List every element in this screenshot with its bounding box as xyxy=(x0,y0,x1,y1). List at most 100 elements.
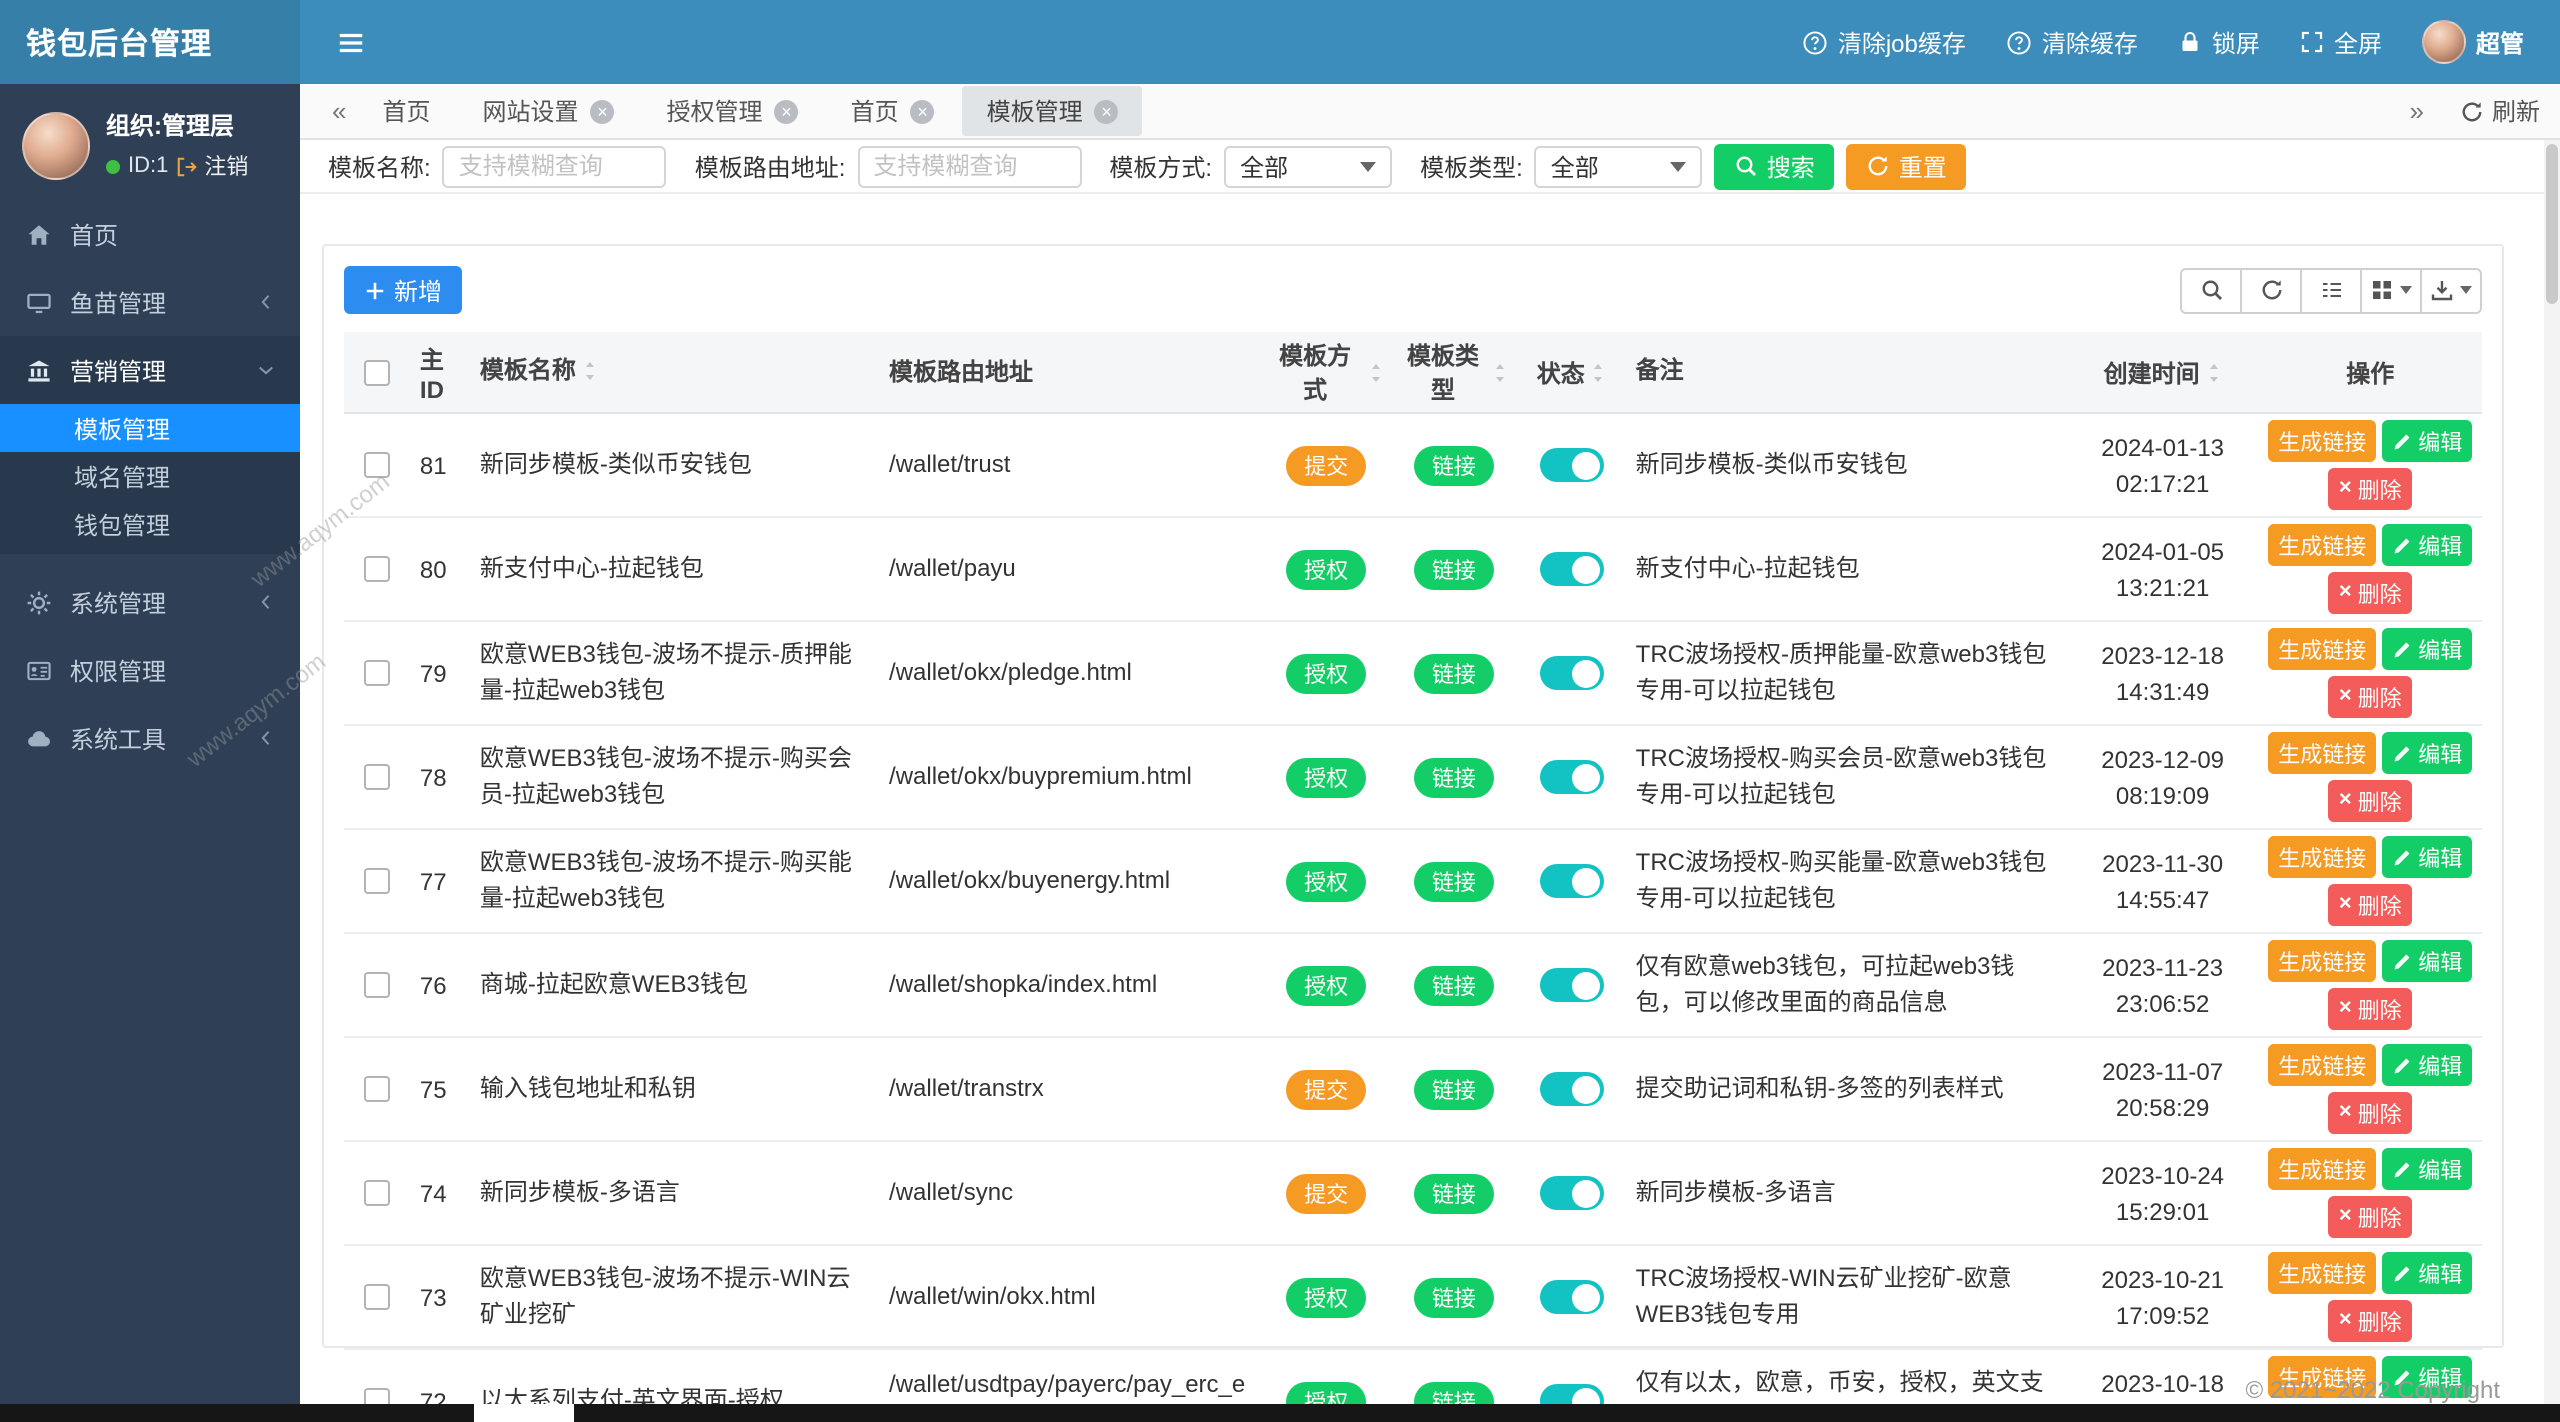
scrollbar-thumb[interactable] xyxy=(2546,144,2558,304)
generate-link-button[interactable]: 生成链接 xyxy=(2268,628,2377,670)
delete-button[interactable]: × 删除 xyxy=(2328,1092,2412,1134)
sort-icon[interactable] xyxy=(1591,361,1607,383)
generate-link-button[interactable]: 生成链接 xyxy=(2268,420,2377,462)
tab-3[interactable]: 首页 × xyxy=(827,86,959,136)
edit-button[interactable]: 编辑 xyxy=(2382,836,2473,878)
sort-icon[interactable] xyxy=(1492,361,1508,383)
status-toggle[interactable] xyxy=(1539,448,1604,482)
sidebar-subitem-domain[interactable]: 域名管理 xyxy=(0,452,300,500)
close-icon[interactable]: × xyxy=(774,99,799,123)
logout-link[interactable]: 注销 xyxy=(176,150,248,182)
tabs-scroll-right-icon[interactable]: » xyxy=(2398,96,2436,126)
table-search-button[interactable] xyxy=(2180,267,2242,313)
sidebar-subitem-template[interactable]: 模板管理 xyxy=(0,404,300,452)
add-button[interactable]: 新增 xyxy=(344,266,463,314)
sort-icon[interactable] xyxy=(2206,361,2222,383)
status-toggle[interactable] xyxy=(1539,1072,1604,1106)
clear-cache-button[interactable]: 清除缓存 xyxy=(2006,25,2138,59)
tab-0[interactable]: 首页 xyxy=(358,86,454,136)
user-avatar[interactable] xyxy=(22,111,90,179)
status-toggle[interactable] xyxy=(1539,1280,1604,1314)
column-header-6[interactable]: 状态 xyxy=(1516,349,1628,395)
delete-button[interactable]: × 删除 xyxy=(2328,780,2412,822)
status-toggle[interactable] xyxy=(1539,968,1604,1002)
template-route-input[interactable] xyxy=(857,145,1082,187)
user-menu[interactable]: 超管 xyxy=(2421,20,2524,64)
row-checkbox[interactable] xyxy=(364,452,391,478)
delete-button[interactable]: × 删除 xyxy=(2328,1300,2412,1342)
template-method-select[interactable]: 全部 xyxy=(1224,145,1393,187)
detail-view-button[interactable] xyxy=(2300,267,2362,313)
row-checkbox[interactable] xyxy=(364,556,391,582)
template-type-select[interactable]: 全部 xyxy=(1534,145,1703,187)
sidebar-item-home[interactable]: 首页 xyxy=(0,200,300,268)
column-header-2[interactable]: 模板名称 xyxy=(472,349,881,396)
row-checkbox[interactable] xyxy=(364,660,391,686)
sidebar-item-fish[interactable]: 鱼苗管理 xyxy=(0,268,300,336)
status-toggle[interactable] xyxy=(1539,1384,1604,1404)
delete-button[interactable]: × 删除 xyxy=(2328,572,2412,614)
row-checkbox[interactable] xyxy=(364,764,391,790)
refresh-tab-button[interactable]: 刷新 xyxy=(2460,94,2540,128)
row-checkbox[interactable] xyxy=(364,1180,391,1206)
close-icon[interactable]: × xyxy=(590,99,615,123)
tabs-scroll-left-icon[interactable]: « xyxy=(320,96,358,126)
sidebar-item-marketing[interactable]: 营销管理 xyxy=(0,336,300,404)
table-refresh-button[interactable] xyxy=(2240,267,2302,313)
edit-button[interactable]: 编辑 xyxy=(2382,732,2473,774)
status-toggle[interactable] xyxy=(1539,1176,1604,1210)
status-toggle[interactable] xyxy=(1539,864,1604,898)
generate-link-button[interactable]: 生成链接 xyxy=(2268,1148,2377,1190)
lock-screen-button[interactable]: 锁屏 xyxy=(2178,25,2260,59)
columns-button[interactable] xyxy=(2360,267,2422,313)
tab-4[interactable]: 模板管理 × xyxy=(962,86,1143,136)
scrollbar[interactable] xyxy=(2544,140,2560,1404)
generate-link-button[interactable]: 生成链接 xyxy=(2268,1044,2377,1086)
template-name-input[interactable] xyxy=(442,145,667,187)
sidebar-subitem-wallet[interactable]: 钱包管理 xyxy=(0,500,300,548)
generate-link-button[interactable]: 生成链接 xyxy=(2268,524,2377,566)
column-header-4[interactable]: 模板方式 xyxy=(1260,332,1392,412)
reset-button[interactable]: 重置 xyxy=(1846,143,1967,189)
sidebar-toggle-button[interactable] xyxy=(336,27,366,57)
edit-button[interactable]: 编辑 xyxy=(2382,1148,2473,1190)
clear-job-cache-button[interactable]: 清除job缓存 xyxy=(1802,25,1966,59)
status-toggle[interactable] xyxy=(1539,760,1604,794)
sidebar-item-system[interactable]: 系统管理 xyxy=(0,568,300,636)
row-checkbox[interactable] xyxy=(364,1388,391,1404)
search-button[interactable]: 搜索 xyxy=(1714,143,1835,189)
row-checkbox[interactable] xyxy=(364,868,391,894)
select-all-checkbox[interactable] xyxy=(364,359,391,385)
fullscreen-button[interactable]: 全屏 xyxy=(2300,25,2382,59)
delete-button[interactable]: × 删除 xyxy=(2328,676,2412,718)
edit-button[interactable]: 编辑 xyxy=(2382,524,2473,566)
row-checkbox[interactable] xyxy=(364,1076,391,1102)
generate-link-button[interactable]: 生成链接 xyxy=(2268,940,2377,982)
edit-button[interactable]: 编辑 xyxy=(2382,628,2473,670)
edit-button[interactable]: 编辑 xyxy=(2382,1044,2473,1086)
status-toggle[interactable] xyxy=(1539,656,1604,690)
generate-link-button[interactable]: 生成链接 xyxy=(2268,732,2377,774)
sort-icon[interactable] xyxy=(1368,361,1384,383)
delete-button[interactable]: × 删除 xyxy=(2328,468,2412,510)
sidebar-item-permission[interactable]: 权限管理 xyxy=(0,636,300,704)
edit-button[interactable]: 编辑 xyxy=(2382,420,2473,462)
status-toggle[interactable] xyxy=(1539,552,1604,586)
generate-link-button[interactable]: 生成链接 xyxy=(2268,836,2377,878)
edit-button[interactable]: 编辑 xyxy=(2382,940,2473,982)
export-button[interactable] xyxy=(2420,267,2482,313)
close-icon[interactable]: × xyxy=(910,99,935,123)
edit-button[interactable]: 编辑 xyxy=(2382,1252,2473,1294)
tab-2[interactable]: 授权管理 × xyxy=(643,86,823,136)
tab-1[interactable]: 网站设置 × xyxy=(459,86,639,136)
sidebar-item-tools[interactable]: 系统工具 xyxy=(0,704,300,772)
column-header-5[interactable]: 模板类型 xyxy=(1392,332,1516,412)
delete-button[interactable]: × 删除 xyxy=(2328,988,2412,1030)
sort-icon[interactable] xyxy=(582,361,598,383)
row-checkbox[interactable] xyxy=(364,1284,391,1310)
select-all-cell[interactable] xyxy=(344,353,412,391)
delete-button[interactable]: × 删除 xyxy=(2328,1196,2412,1238)
column-header-8[interactable]: 创建时间 xyxy=(2067,349,2259,395)
delete-button[interactable]: × 删除 xyxy=(2328,884,2412,926)
row-checkbox[interactable] xyxy=(364,972,391,998)
